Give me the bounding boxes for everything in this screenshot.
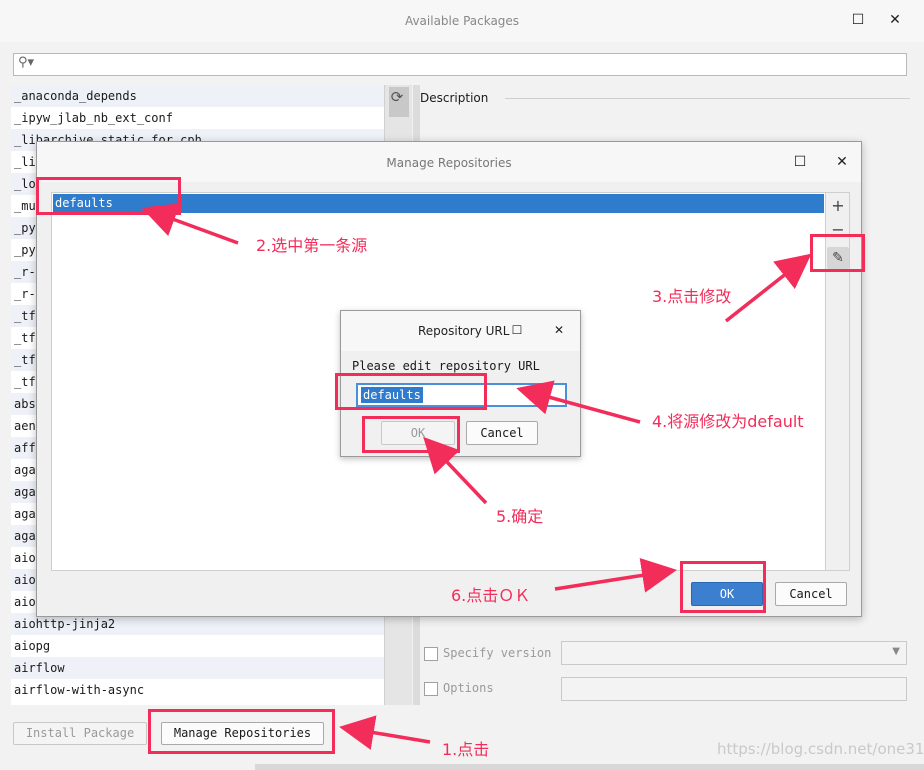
arrow-step6 — [554, 558, 677, 593]
annotation-step3: 3.点击修改 — [652, 287, 732, 306]
arrow-step3 — [724, 253, 812, 323]
arrow-step5 — [423, 436, 488, 505]
annotation-step6: 6.点击ＯＫ — [451, 586, 531, 605]
annotation-step4: 4.将源修改为default — [652, 412, 804, 431]
watermark: https://blog.csdn.net/one312 — [717, 740, 924, 758]
arrow-step4 — [516, 380, 641, 424]
arrow-step2 — [141, 203, 239, 245]
annotation-step2: 2.选中第一条源 — [256, 236, 368, 255]
arrow-step1 — [339, 715, 431, 750]
annotation-step1: 1.点击 — [442, 740, 490, 759]
annotation-arrows — [141, 203, 812, 750]
annotation-step5: 5.确定 — [496, 507, 544, 526]
